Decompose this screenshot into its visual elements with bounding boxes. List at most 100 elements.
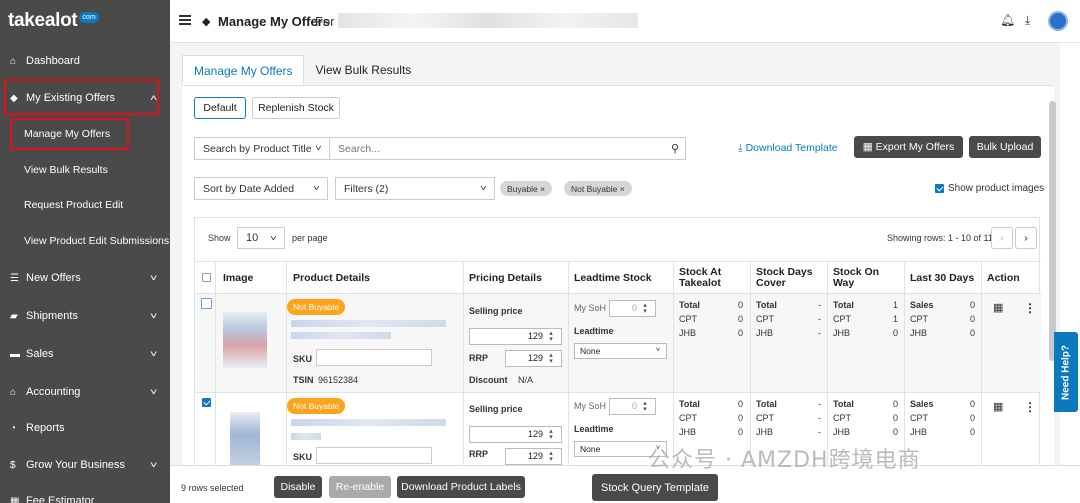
- chevron-down-icon: ˅: [149, 273, 158, 283]
- export-my-offers-button[interactable]: ▦ Export My Offers: [854, 136, 963, 158]
- redacted-product-title[interactable]: [291, 332, 391, 339]
- bulk-upload-button[interactable]: Bulk Upload: [969, 136, 1041, 158]
- selling-price-input[interactable]: 129: [469, 328, 562, 345]
- divider: [673, 262, 674, 472]
- chevron-down-icon: ˅: [315, 144, 322, 153]
- stock-query-template-button[interactable]: Stock Query Template: [592, 474, 718, 501]
- calculator-icon[interactable]: ▦: [993, 301, 1003, 314]
- reenable-button[interactable]: Re-enable: [329, 476, 391, 498]
- download-product-labels-button[interactable]: Download Product Labels: [397, 476, 525, 498]
- sort-select[interactable]: Sort by Date Added ˅: [194, 177, 328, 200]
- show-images-checkbox[interactable]: [935, 184, 944, 193]
- tab-bar: Manage My Offers View Bulk Results: [182, 55, 422, 85]
- my-soh-input[interactable]: 0: [609, 300, 656, 317]
- rrp-input[interactable]: 129: [505, 350, 562, 367]
- chevron-down-icon: ˅: [149, 349, 158, 359]
- watermark: 公众号 · AMZDH跨境电商: [648, 448, 921, 473]
- bell-icon[interactable]: 🔔︎: [1000, 13, 1015, 27]
- sku-field[interactable]: [316, 447, 432, 464]
- close-icon[interactable]: ×: [620, 184, 625, 194]
- bulk-action-footer: 9 rows selected Disable Re-enable Downlo…: [170, 465, 1080, 503]
- rrp-label: RRP: [469, 449, 489, 459]
- divider: [981, 262, 982, 472]
- my-soh-input[interactable]: 0: [609, 398, 656, 415]
- search-type-select[interactable]: Search by Product Title ˅: [194, 137, 330, 160]
- product-thumbnail[interactable]: [230, 412, 260, 468]
- show-label: Show: [208, 233, 231, 243]
- tab-manage-my-offers[interactable]: Manage My Offers: [182, 55, 305, 85]
- more-options-icon[interactable]: ⋮: [1024, 400, 1036, 414]
- sidebar-item-new-offers[interactable]: ☰ New Offers ˅: [0, 264, 170, 292]
- filters-select[interactable]: Filters (2) ˅: [335, 177, 495, 200]
- offers-panel: Default Replenish Stock Search by Produc…: [182, 85, 1054, 475]
- sidebar-item-dashboard[interactable]: ⌂ Dashboard: [0, 47, 170, 75]
- sidebar-item-fee-estimator[interactable]: ▦ Fee Estimator: [0, 487, 170, 503]
- divider: [463, 262, 464, 472]
- selling-price-input[interactable]: 129: [469, 426, 562, 443]
- sidebar-item-request-product-edit[interactable]: Request Product Edit: [0, 191, 170, 219]
- default-view-button[interactable]: Default: [194, 97, 246, 119]
- sidebar-item-view-product-edit-submissions[interactable]: View Product Edit Submissions: [0, 227, 170, 255]
- chevron-down-icon: ˅: [313, 184, 320, 193]
- redacted-product-title[interactable]: [291, 419, 446, 426]
- search-input[interactable]: Search... ⚲: [329, 137, 686, 160]
- menu-toggle-icon[interactable]: [179, 15, 191, 26]
- filter-chip-not-buyable[interactable]: Not Buyable ×: [564, 181, 632, 196]
- more-options-icon[interactable]: ⋮: [1024, 301, 1036, 315]
- divider: [827, 262, 828, 472]
- sku-field[interactable]: [316, 349, 432, 366]
- download-template-link[interactable]: ⤓ Download Template: [738, 142, 838, 155]
- page-title: Manage My Offers: [218, 14, 330, 29]
- rrp-input[interactable]: 129: [505, 448, 562, 465]
- sidebar-item-sales[interactable]: ▬ Sales ˅: [0, 340, 170, 368]
- column-header-stock-at-takealot: Stock At Takealot: [679, 266, 722, 289]
- takealot-logo[interactable]: takealot com: [0, 0, 170, 42]
- calculator-icon: ▦: [10, 495, 20, 503]
- per-page-label: per page: [292, 233, 328, 243]
- page-for-label: For: [315, 14, 335, 29]
- divider: [750, 262, 751, 472]
- calculator-icon[interactable]: ▦: [993, 400, 1003, 413]
- row-checkbox[interactable]: [201, 298, 212, 309]
- column-header-pricing-details: Pricing Details: [469, 271, 542, 284]
- search-icon[interactable]: ⚲: [671, 142, 679, 155]
- per-page-select[interactable]: 10 ˅: [237, 227, 285, 249]
- column-header-product-details: Product Details: [293, 271, 371, 284]
- show-images-label: Show product images: [948, 183, 1045, 194]
- prev-page-button[interactable]: ‹: [991, 227, 1013, 249]
- chevron-down-icon: ˅: [655, 347, 660, 354]
- download-icon: ⤓: [738, 142, 746, 154]
- leadtime-select[interactable]: None ˅: [574, 343, 667, 359]
- offers-table: Show 10 ˅ per page Showing rows: 1 - 10 o…: [194, 217, 1041, 472]
- redacted-product-title[interactable]: [291, 320, 446, 327]
- download-icon[interactable]: ⤓: [1025, 13, 1030, 28]
- avatar[interactable]: [1048, 11, 1068, 31]
- reports-icon: ◔: [10, 422, 17, 434]
- replenish-stock-button[interactable]: Replenish Stock: [252, 97, 340, 119]
- export-icon: ▦: [862, 141, 876, 153]
- need-help-button[interactable]: Need Help?: [1054, 332, 1078, 412]
- dollar-icon: $: [10, 459, 16, 471]
- filter-chip-buyable[interactable]: Buyable ×: [500, 181, 553, 196]
- disable-button[interactable]: Disable: [274, 476, 322, 498]
- sku-label: SKU: [293, 452, 313, 462]
- leadtime-label: Leadtime: [574, 424, 614, 434]
- sidebar: takealot com ⌂ Dashboard ◆ My Existing Off…: [0, 0, 170, 503]
- sidebar-item-grow-your-business[interactable]: $ Grow Your Business ˅: [0, 451, 170, 479]
- tab-view-bulk-results[interactable]: View Bulk Results: [304, 55, 422, 85]
- close-icon[interactable]: ×: [540, 184, 545, 194]
- selling-price-label: Selling price: [469, 306, 523, 316]
- sidebar-item-view-bulk-results[interactable]: View Bulk Results: [0, 156, 170, 184]
- select-all-checkbox[interactable]: [202, 273, 211, 282]
- my-soh-label: My SoH: [574, 401, 607, 411]
- sidebar-item-shipments[interactable]: ▰ Shipments ˅: [0, 302, 170, 330]
- redacted-product-title[interactable]: [291, 433, 321, 440]
- column-header-last-30-days: Last 30 Days: [910, 271, 975, 284]
- product-thumbnail[interactable]: [223, 312, 267, 368]
- sidebar-item-accounting[interactable]: ⌂ Accounting ˅: [0, 378, 170, 406]
- sidebar-item-reports[interactable]: ◔ Reports: [0, 414, 170, 442]
- next-page-button[interactable]: ›: [1015, 227, 1037, 249]
- row-checkbox[interactable]: [202, 398, 211, 407]
- status-badge: Not Buyable: [287, 299, 346, 315]
- scrollbar[interactable]: [1049, 101, 1056, 361]
